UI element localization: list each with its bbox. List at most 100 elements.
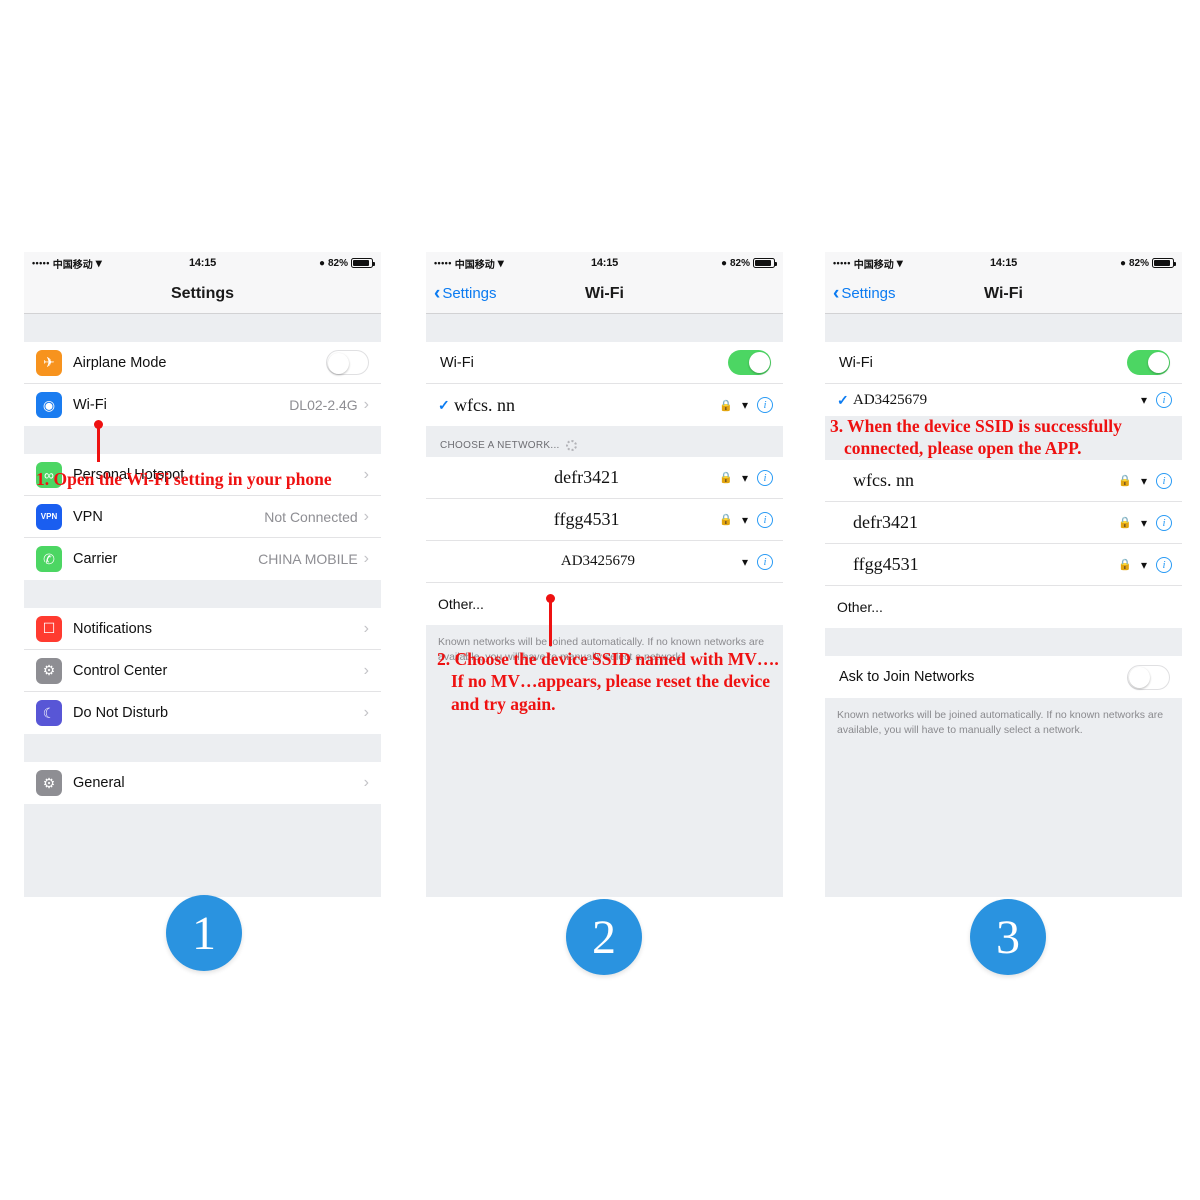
chevron-right-icon: › [363,550,369,567]
row-label: Ask to Join Networks [839,669,975,685]
status-bar-right: ● 82% [1017,257,1177,269]
wifi-group: Wi-Fi ✓ wfcs. nn 🔒 ▾ i [426,342,783,426]
ask-to-join-row[interactable]: Ask to Join Networks [825,656,1182,698]
info-icon[interactable]: i [757,397,773,413]
wifi-toggle-row[interactable]: Wi-Fi [426,342,783,384]
other-network-row[interactable]: Other... [426,583,783,625]
lock-icon: 🔒 [719,399,733,412]
signal-dots-icon: ••••• [434,258,452,268]
chevron-right-icon: › [363,661,369,679]
settings-row-control-center[interactable]: ⚙ Control Center › [24,650,381,692]
list-gap [825,628,1182,656]
info-icon[interactable]: i [757,469,773,486]
carrier-label: 中国移动 [853,259,894,271]
network-accessories: 🔒 ▾ i [719,469,773,486]
lock-icon: 🔒 [1118,475,1132,487]
list-gap [24,314,381,342]
step-number: 2 [592,910,616,964]
carrier-label: 中国移动 [52,259,93,271]
info-icon[interactable]: i [1156,556,1172,573]
status-bar-right: ● 82% [216,257,376,269]
info-icon[interactable]: i [757,553,773,570]
checkmark-icon: ✓ [438,396,450,413]
annotation-step-1: 1. Open the Wi-Fi setting in your phone [36,469,332,489]
settings-row-notifications[interactable]: ☐ Notifications › [24,608,381,650]
network-row[interactable]: ffgg4531 🔒 ▾ i [825,544,1182,586]
network-accessories: ▾ i [1141,392,1172,408]
wifi-signal-icon: ▾ [1140,557,1147,572]
wifi-signal-icon: ▾ [741,554,748,569]
list-gap [24,426,381,454]
settings-row-do-not-disturb[interactable]: ☾ Do Not Disturb › [24,692,381,734]
list-gap [24,580,381,608]
info-icon[interactable]: i [1156,392,1172,408]
network-list: defr3421 🔒 ▾ i ffgg4531 🔒 ▾ i AD3425679 [426,457,783,625]
alarm-icon: ● [318,257,325,269]
annotation-pointer-2 [546,594,555,646]
status-bar-left: ••••• 中国移动 ▾ [833,256,990,271]
row-label: Do Not Disturb [73,705,169,721]
settings-row-airplane-mode[interactable]: ✈ Airplane Mode [24,342,381,384]
row-label: Wi-Fi [839,354,873,371]
back-button[interactable]: ‹ Settings [434,283,497,305]
network-row[interactable]: defr3421 🔒 ▾ i [426,457,783,499]
nav-bar-2: ‹ Settings Wi-Fi [426,274,783,314]
other-network-label: Other... [837,599,883,615]
settings-row-carrier[interactable]: ✆ Carrier CHINA MOBILE › [24,538,381,580]
network-ssid: wfcs. nn [454,394,515,415]
network-ssid: AD3425679 [560,553,636,569]
row-label: Notifications [73,620,152,637]
step-number: 1 [192,906,216,960]
network-accessories: 🔒 ▾ i [1118,556,1172,573]
lock-icon: 🔒 [719,472,733,484]
page-title: Settings [170,284,235,302]
network-ssid: ffgg4531 [553,509,620,529]
settings-group-notifications: ☐ Notifications › ⚙ Control Center › ☾ D… [24,608,381,734]
wifi-toggle[interactable] [728,350,771,375]
airplane-mode-toggle[interactable] [326,350,369,375]
notifications-icon: ☐ [36,615,62,642]
connected-network-row[interactable]: ✓ wfcs. nn 🔒 ▾ i [426,384,783,426]
wifi-toggle[interactable] [1127,350,1170,375]
battery-icon [1152,258,1177,268]
wifi-signal-icon: ▾ [1140,473,1147,488]
wifi-signal-icon: ▾ [741,512,748,527]
lock-icon: 🔒 [719,514,733,526]
step-circle-1: 1 [166,895,242,971]
battery-icon [351,258,376,268]
loading-spinner-icon [565,440,577,451]
row-label: VPN [73,508,103,525]
connected-network-row[interactable]: ✓ AD3425679 ▾ i [825,384,1182,416]
network-row[interactable]: wfcs. nn 🔒 ▾ i [825,460,1182,502]
wifi-toggle-row[interactable]: Wi-Fi [825,342,1182,384]
ask-to-join-toggle[interactable] [1127,664,1170,690]
network-row[interactable]: defr3421 🔒 ▾ i [825,502,1182,544]
network-accessories: ▾ i [741,553,773,570]
clock-label: 14:15 [989,257,1018,269]
battery-percent-label: 82% [1129,257,1150,269]
network-list: wfcs. nn 🔒 ▾ i defr3421 🔒 ▾ i ffgg4531 🔒… [825,460,1182,628]
wifi-icon: ▾ [497,256,504,270]
wifi-signal-icon: ▾ [1140,393,1147,407]
settings-row-wifi[interactable]: ◉ Wi-Fi DL02-2.4G › [24,384,381,426]
phone-screenshot-2: ••••• 中国移动 ▾ 14:15 ● 82% ‹ Settings Wi-F… [426,252,783,897]
choose-network-header: CHOOSE A NETWORK... [426,426,783,457]
chevron-right-icon: › [363,396,369,413]
network-row[interactable]: ffgg4531 🔒 ▾ i [426,499,783,541]
row-label: Wi-Fi [73,397,107,413]
network-row-device-ssid[interactable]: AD3425679 ▾ i [426,541,783,583]
info-icon[interactable]: i [1156,514,1172,531]
status-bar: ••••• 中国移动 ▾ 14:15 ● 82% [426,252,783,274]
settings-row-general[interactable]: ⚙ General › [24,762,381,804]
settings-row-vpn[interactable]: VPN VPN Not Connected › [24,496,381,538]
other-network-row[interactable]: Other... [825,586,1182,628]
info-icon[interactable]: i [1156,472,1172,489]
chevron-right-icon: › [363,774,369,791]
battery-percent-label: 82% [328,257,349,269]
lock-icon: 🔒 [1118,559,1132,571]
clock-label: 14:15 [590,257,619,269]
back-button[interactable]: ‹ Settings [833,283,896,305]
phone-screenshot-3: ••••• 中国移动 ▾ 14:15 ● 82% ‹ Settings Wi-F… [825,252,1182,897]
info-icon[interactable]: i [757,511,773,528]
step-circle-3: 3 [970,899,1046,975]
